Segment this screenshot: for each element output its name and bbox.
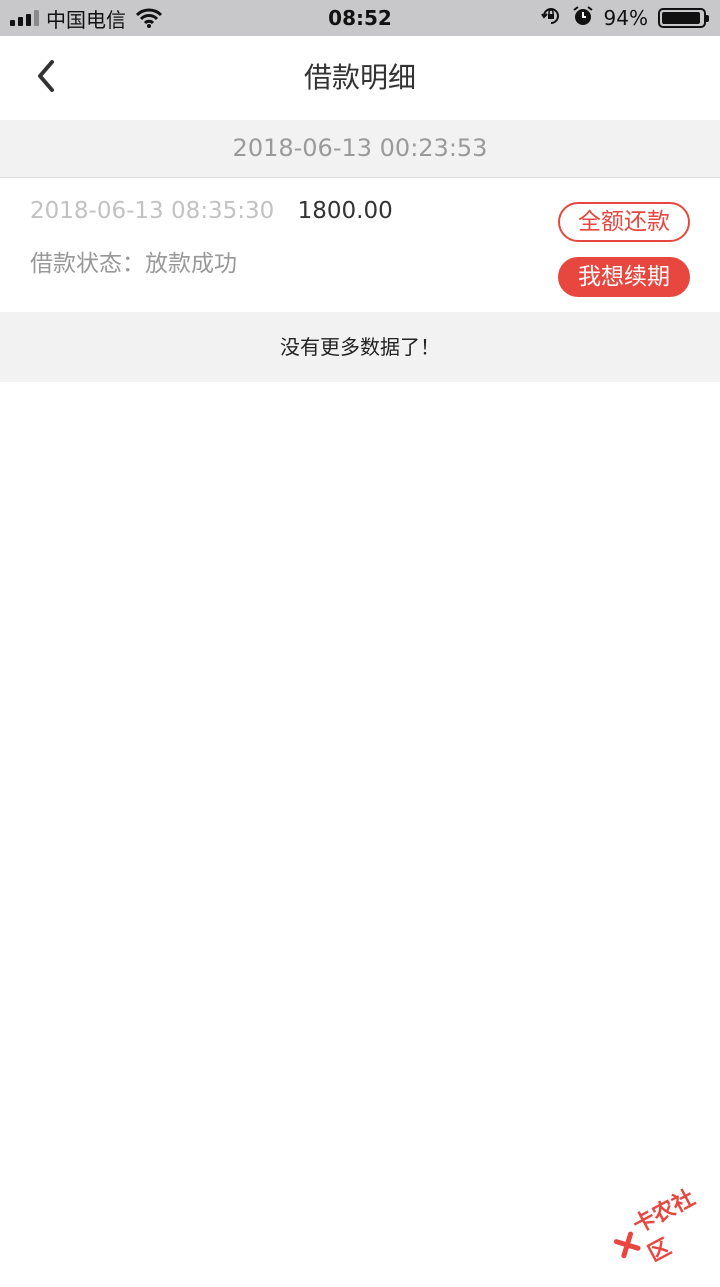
list-item: 2018-06-13 08:35:30 1800.00 借款状态：放款成功 全额…	[0, 178, 720, 312]
record-summary: 2018-06-13 08:35:30 1800.00	[30, 198, 393, 224]
watermark: 卡农社区	[600, 1165, 720, 1287]
record-time: 2018-06-13 08:35:30	[30, 198, 275, 224]
record-status: 借款状态：放款成功	[30, 251, 237, 277]
renew-button[interactable]: 我想续期	[558, 257, 690, 297]
orientation-lock-icon	[540, 5, 562, 31]
record-amount: 1800.00	[297, 198, 393, 224]
status-bar: 中国电信 08:52 94%	[0, 0, 720, 36]
battery-fill	[662, 12, 700, 24]
full-repay-button[interactable]: 全额还款	[558, 202, 690, 242]
battery-percent: 94%	[603, 6, 648, 30]
no-more-data-notice: 没有更多数据了！	[0, 312, 720, 382]
nav-bar: 借款明细	[0, 36, 720, 120]
alarm-icon	[572, 5, 594, 31]
status-right: 94%	[540, 0, 709, 36]
page-title: 借款明细	[303, 61, 416, 94]
date-group-header: 2018-06-13 00:23:53	[0, 120, 720, 178]
battery-icon	[658, 8, 709, 28]
